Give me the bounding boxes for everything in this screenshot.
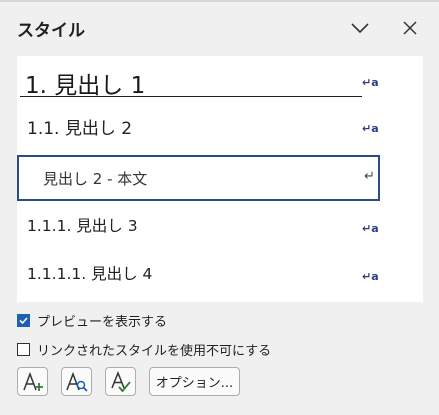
close-icon <box>403 21 417 35</box>
preview-checkbox[interactable] <box>17 314 30 327</box>
style-item-heading-1[interactable]: 1. 見出し 1 ↵a <box>17 56 423 104</box>
disable-linked-checkbox[interactable] <box>17 343 30 356</box>
chevron-down-icon <box>351 23 369 34</box>
preview-checkbox-row[interactable]: プレビューを表示する <box>17 311 167 330</box>
style-item-label: 見出し 2 - 本文 <box>43 170 148 188</box>
options-button[interactable]: オプション... <box>149 367 240 396</box>
manage-styles-icon <box>110 370 131 392</box>
style-item-heading-2[interactable]: 1.1. 見出し 2 ↵a <box>17 106 423 152</box>
style-item-label: 1.1. 見出し 2 <box>27 119 133 139</box>
paragraph-style-icon: ↵ <box>364 169 375 184</box>
preview-label: プレビューを表示する <box>37 315 168 330</box>
style-item-label: 1.1.1.1. 見出し 4 <box>27 265 153 283</box>
disable-linked-checkbox-row[interactable]: リンクされたスタイルを使用不可にする <box>17 340 271 359</box>
underline <box>20 96 362 97</box>
pane-title: スタイル <box>17 21 85 41</box>
top-border <box>0 0 439 2</box>
style-list: 1. 見出し 1 ↵a 1.1. 見出し 2 ↵a 見出し 2 - 本文 ↵ 1… <box>17 56 423 302</box>
new-style-icon <box>22 371 43 391</box>
style-item-heading-2-body[interactable]: 見出し 2 - 本文 ↵ <box>17 155 380 201</box>
style-item-heading-4[interactable]: 1.1.1.1. 見出し 4 ↵a <box>17 254 423 300</box>
new-style-button[interactable] <box>17 367 48 396</box>
style-inspector-button[interactable] <box>61 367 92 396</box>
linked-style-icon: ↵a <box>362 76 379 89</box>
linked-style-icon: ↵a <box>362 270 379 283</box>
collapse-button[interactable] <box>344 12 376 44</box>
linked-style-icon: ↵a <box>362 222 379 235</box>
manage-styles-button[interactable] <box>105 367 136 396</box>
linked-style-icon: ↵a <box>362 122 379 135</box>
disable-linked-label: リンクされたスタイルを使用不可にする <box>37 344 272 359</box>
checkmark-icon <box>19 317 28 325</box>
style-item-label: 1. 見出し 1 <box>25 73 146 99</box>
style-item-label: 1.1.1. 見出し 3 <box>27 217 138 235</box>
style-inspector-icon <box>65 371 88 392</box>
style-item-heading-3[interactable]: 1.1.1. 見出し 3 ↵a <box>17 206 423 252</box>
close-button[interactable] <box>394 12 426 44</box>
